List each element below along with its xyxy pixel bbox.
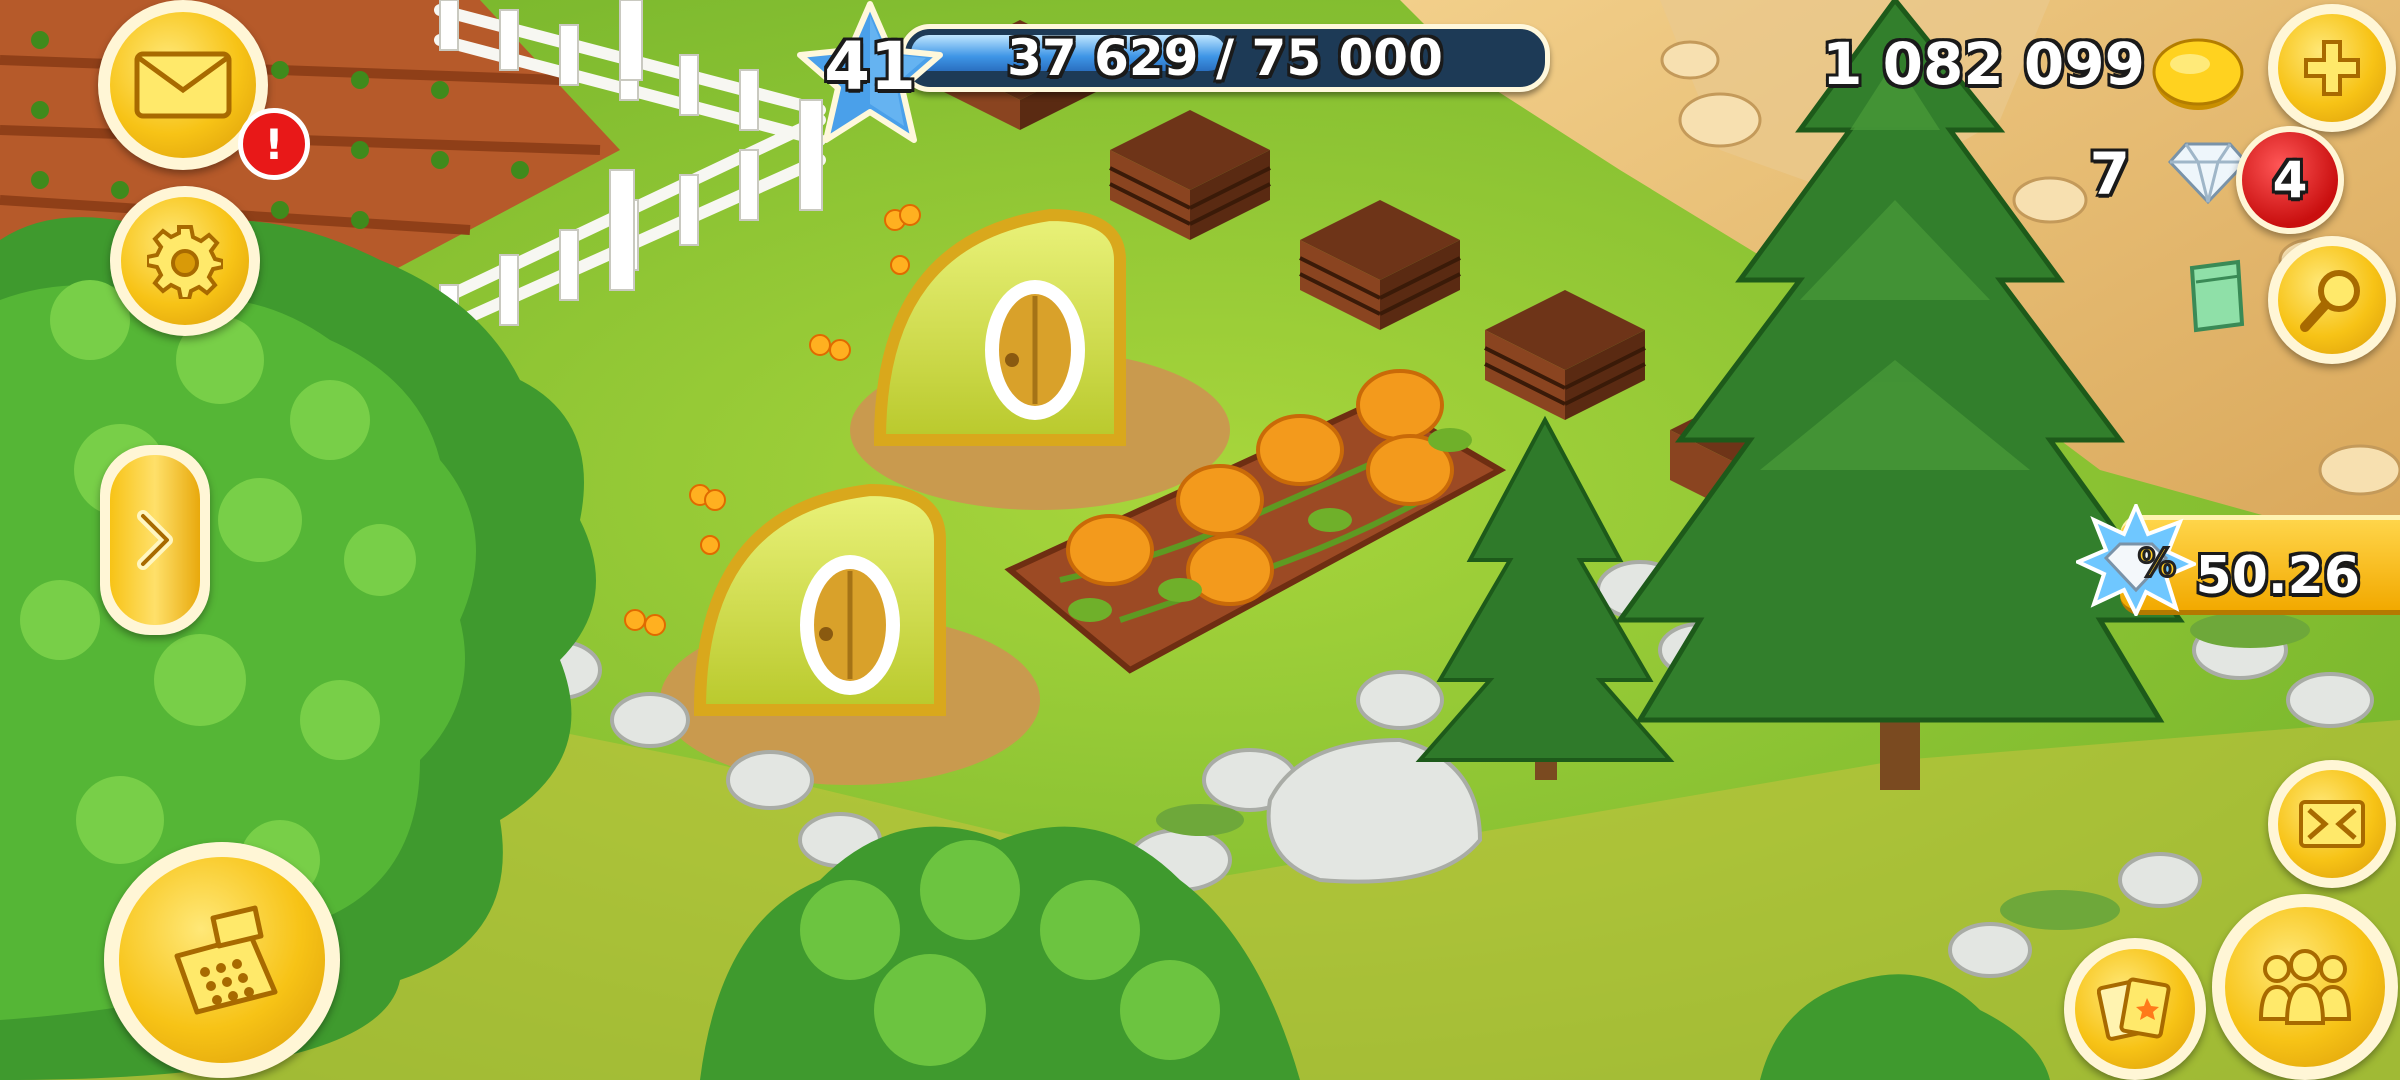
magnifier-icon xyxy=(2300,270,2360,332)
plus-icon xyxy=(2304,40,2360,96)
map-icon[interactable] xyxy=(2184,258,2248,334)
farm-scene xyxy=(0,0,2400,1080)
mail-alert-badge: ! xyxy=(238,108,310,180)
mail-icon xyxy=(134,51,232,119)
settings-button[interactable] xyxy=(110,186,260,336)
coin-icon xyxy=(2152,38,2244,110)
add-currency-button[interactable] xyxy=(2268,4,2396,132)
xp-progress-bar[interactable]: 37 629 / 75 000 xyxy=(900,24,1550,92)
offer-timer: 50.26 xyxy=(2195,546,2360,606)
level-number: 41 xyxy=(824,28,916,105)
cash-register-icon xyxy=(174,905,278,1015)
expand-arrows-icon xyxy=(2299,800,2365,848)
xp-text: 37 629 / 75 000 xyxy=(1007,29,1443,87)
notification-count: 4 xyxy=(2272,151,2308,209)
cards-button[interactable] xyxy=(2064,938,2206,1080)
side-panel-toggle-inner xyxy=(110,455,200,625)
shop-button[interactable] xyxy=(104,842,340,1078)
friends-button[interactable] xyxy=(2212,894,2398,1080)
diamond-percent-icon[interactable]: % xyxy=(2076,504,2196,616)
chevron-right-icon xyxy=(137,510,173,570)
friends-icon xyxy=(2258,949,2352,1025)
side-panel-toggle-button[interactable] xyxy=(100,445,210,635)
cards-icon xyxy=(2097,977,2171,1041)
coins-amount: 1 082 099 xyxy=(1822,30,2145,98)
svg-text:%: % xyxy=(2138,541,2176,585)
gear-icon xyxy=(147,225,223,299)
search-button[interactable] xyxy=(2268,236,2396,364)
mail-alert-text: ! xyxy=(264,119,284,169)
diamonds-amount: 7 xyxy=(2089,140,2130,208)
expand-view-button[interactable] xyxy=(2268,760,2396,888)
notification-badge[interactable]: 4 xyxy=(2236,126,2344,234)
